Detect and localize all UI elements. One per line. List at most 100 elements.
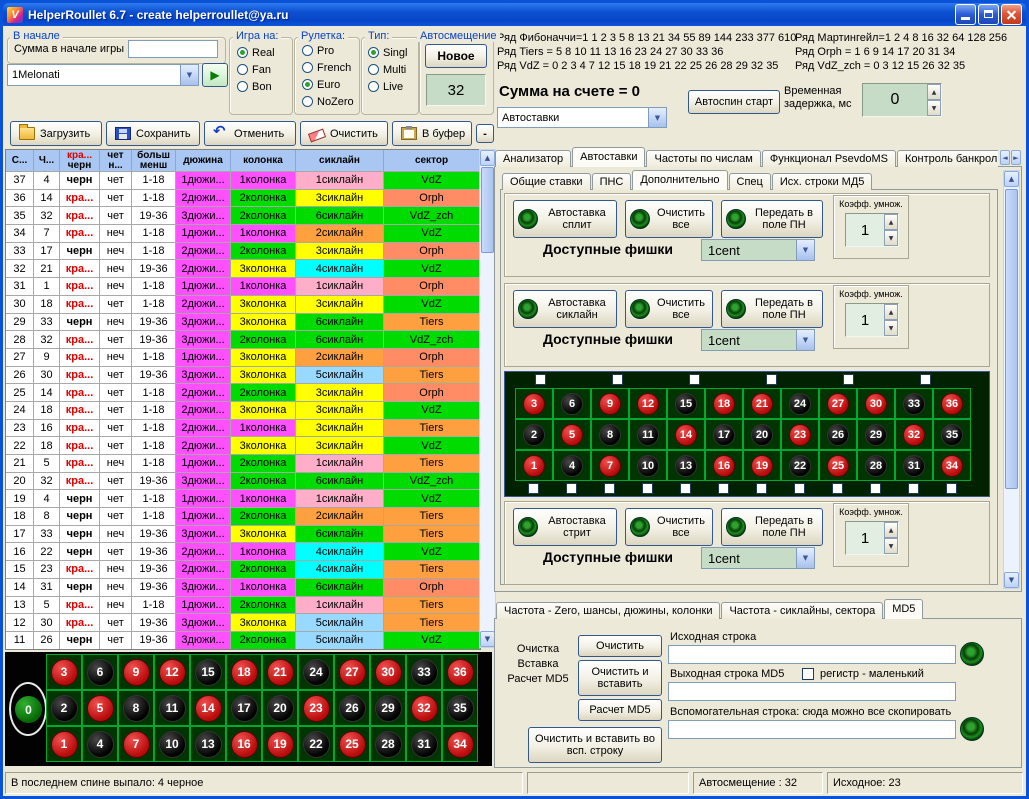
md5-output-input[interactable] [668, 682, 956, 701]
table-row[interactable]: 2218кра...чет1-182дюжи...3колонка3сиклай… [6, 436, 480, 454]
radio-real[interactable]: Real [237, 45, 275, 60]
sixline-checkbox[interactable] [920, 374, 931, 385]
bet-number-17[interactable]: 17 [713, 424, 735, 446]
close-button[interactable] [1001, 4, 1022, 25]
autobets-combo-arrow[interactable]: ▼ [648, 108, 666, 127]
board-number-32[interactable]: 32 [411, 695, 438, 722]
street-checkbox[interactable] [756, 483, 767, 494]
autospin-start-button[interactable]: Автоспин старт [688, 90, 780, 114]
table-row[interactable]: 2514кра...чет1-182дюжи...2колонка3сиклай… [6, 383, 480, 401]
tab-функционал-psevdoms[interactable]: Функционал PsevdoMS [762, 150, 896, 167]
bet-number-15[interactable]: 15 [675, 393, 697, 415]
table-row[interactable]: 279кра...неч1-181дюжи...3колонка2сиклайн… [6, 348, 480, 366]
bet-number-19[interactable]: 19 [751, 455, 773, 477]
board-number-11[interactable]: 11 [159, 695, 186, 722]
board-number-9[interactable]: 9 [123, 659, 150, 686]
bet-number-5[interactable]: 5 [561, 424, 583, 446]
board-number-24[interactable]: 24 [303, 659, 330, 686]
bet-number-6[interactable]: 6 [561, 393, 583, 415]
spin-up-icon[interactable]: ▲ [884, 304, 898, 320]
bet-number-27[interactable]: 27 [827, 393, 849, 415]
spin-down-icon[interactable]: ▼ [884, 230, 898, 246]
bet-number-7[interactable]: 7 [599, 455, 621, 477]
bet-number-35[interactable]: 35 [941, 424, 963, 446]
board-number-1[interactable]: 1 [51, 731, 78, 758]
right-scrollbar[interactable]: ▲ ▼ [1003, 170, 1020, 589]
radio-live[interactable]: Live [368, 79, 407, 94]
tab-частота-zero-шансы-дюжины-колонки[interactable]: Частота - Zero, шансы, дюжины, колонки [496, 602, 720, 619]
chips-combo[interactable]: 1cent▼ [701, 547, 815, 569]
bet-number-28[interactable]: 28 [865, 455, 887, 477]
autobets-combo[interactable]: Автоставки ▼ [497, 107, 667, 128]
board-number-31[interactable]: 31 [411, 731, 438, 758]
subtab-общие-ставки[interactable]: Общие ставки [502, 173, 591, 190]
table-row[interactable]: 3018кра...чет1-182дюжи...3колонка3сиклай… [6, 295, 480, 313]
street-checkbox[interactable] [604, 483, 615, 494]
table-row[interactable]: 2032кра...чет19-363дюжи...2колонка6сикла… [6, 472, 480, 490]
sum-start-input[interactable] [128, 40, 218, 58]
toolbar-clear-button[interactable]: Очистить [300, 121, 388, 146]
md5-calc-button[interactable]: Расчет MD5 [578, 699, 662, 721]
board-number-34[interactable]: 34 [447, 731, 474, 758]
play-button[interactable]: ▶ [202, 63, 228, 87]
bet-number-12[interactable]: 12 [637, 393, 659, 415]
scroll-up-icon[interactable]: ▲ [480, 150, 495, 166]
bet-number-31[interactable]: 31 [903, 455, 925, 477]
table-row[interactable]: 1230кра...чет19-363дюжи...3колонка5сикла… [6, 613, 480, 631]
subtab-дополнительно[interactable]: Дополнительно [632, 170, 727, 190]
radio-euro[interactable]: Euro [302, 77, 354, 92]
board-number-14[interactable]: 14 [195, 695, 222, 722]
table-row[interactable]: 188чернчет1-181дюжи...2колонка2сиклайнTi… [6, 507, 480, 525]
radio-singl[interactable]: Singl [368, 45, 407, 60]
radio-french[interactable]: French [302, 60, 354, 75]
table-row[interactable]: 3317черннеч1-182дюжи...2колонка3сиклайнO… [6, 242, 480, 260]
bet-number-23[interactable]: 23 [789, 424, 811, 446]
scrollbar-thumb[interactable] [481, 167, 494, 253]
board-number-8[interactable]: 8 [123, 695, 150, 722]
sixline-checkbox[interactable] [689, 374, 700, 385]
board-number-4[interactable]: 4 [87, 731, 114, 758]
delay-spinner[interactable]: 0 ▲ ▼ [862, 83, 942, 117]
board-number-17[interactable]: 17 [231, 695, 258, 722]
bet-number-14[interactable]: 14 [675, 424, 697, 446]
board-number-33[interactable]: 33 [411, 659, 438, 686]
scroll-down-icon[interactable]: ▼ [1004, 572, 1019, 588]
bet-number-30[interactable]: 30 [865, 393, 887, 415]
clear-all-button[interactable]: Очистить все [625, 200, 713, 238]
scroll-up-icon[interactable]: ▲ [1004, 171, 1019, 187]
table-row[interactable]: 3614кра...чет1-182дюжи...2колонка3сиклай… [6, 189, 480, 207]
scroll-down-icon[interactable]: ▼ [480, 631, 495, 647]
tab-контроль-банкрол[interactable]: Контроль банкрол... [897, 150, 998, 167]
tab-md5[interactable]: MD5 [884, 599, 923, 619]
chips-combo[interactable]: 1cent▼ [701, 329, 815, 351]
bet-number-8[interactable]: 8 [599, 424, 621, 446]
board-number-10[interactable]: 10 [159, 731, 186, 758]
toolbar-undo-button[interactable]: Отменить [204, 121, 296, 146]
board-number-27[interactable]: 27 [339, 659, 366, 686]
spin-up-icon[interactable]: ▲ [884, 522, 898, 538]
table-row[interactable]: 347кра...неч1-181дюжи...1колонка2сиклайн… [6, 224, 480, 242]
bet-number-22[interactable]: 22 [789, 455, 811, 477]
table-row[interactable]: 2933черннеч19-363дюжи...3колонка6сиклайн… [6, 313, 480, 331]
table-row[interactable]: 311кра...неч1-181дюжи...1колонка1сиклайн… [6, 277, 480, 295]
spin-down-icon[interactable]: ▼ [884, 538, 898, 554]
coef-spinner[interactable]: 1▲▼ [845, 213, 899, 247]
sixline-checkbox[interactable] [612, 374, 623, 385]
chips-combo-arrow[interactable]: ▼ [796, 240, 814, 260]
bet-number-2[interactable]: 2 [523, 424, 545, 446]
subtab-исх-строки-мд5[interactable]: Исх. строки МД5 [772, 173, 873, 190]
spin-down-icon[interactable]: ▼ [927, 100, 941, 116]
table-row[interactable]: 1431черннеч19-363дюжи...1колонка6сиклайн… [6, 578, 480, 596]
board-number-23[interactable]: 23 [303, 695, 330, 722]
bet-number-18[interactable]: 18 [713, 393, 735, 415]
bet-number-24[interactable]: 24 [789, 393, 811, 415]
preset-combo[interactable]: 1Melonati ▼ [7, 64, 199, 86]
table-row[interactable]: 1622чернчет19-362дюжи...1колонка4сиклайн… [6, 542, 480, 560]
preset-combo-arrow[interactable]: ▼ [180, 65, 198, 85]
transfer-to-pn-button[interactable]: Передать в поле ПН [721, 200, 823, 238]
board-number-5[interactable]: 5 [87, 695, 114, 722]
toolbar-save-button[interactable]: Сохранить [106, 121, 200, 146]
board-number-19[interactable]: 19 [267, 731, 294, 758]
board-number-15[interactable]: 15 [195, 659, 222, 686]
bet-number-3[interactable]: 3 [523, 393, 545, 415]
